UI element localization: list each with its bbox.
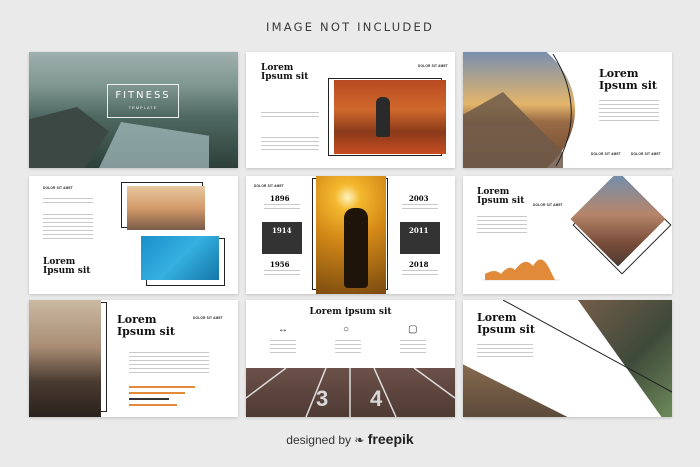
year-2003: 2003 bbox=[409, 194, 429, 203]
year-1956: 1956 bbox=[270, 260, 290, 269]
cover-subtitle: TEMPLATE bbox=[128, 105, 158, 110]
slide4-title: Lorem Ipsum sit bbox=[43, 257, 91, 277]
feature-text-1 bbox=[270, 340, 296, 354]
slide-climbing[interactable]: Lorem Ipsum sit DOLOR SIT AMET DOLOR SIT… bbox=[463, 52, 672, 168]
slide-intro[interactable]: Lorem Ipsum sit DOLOR SIT AMET bbox=[246, 52, 455, 168]
year-text-1 bbox=[264, 204, 300, 210]
autumn-runner-photo bbox=[334, 80, 446, 154]
slide4-tag: DOLOR SIT AMET bbox=[43, 186, 73, 190]
sunset-group-photo bbox=[127, 186, 205, 230]
feature-text-2 bbox=[335, 340, 361, 354]
progress-bar-1 bbox=[129, 386, 195, 388]
slide6-tag: DOLOR SIT AMET bbox=[533, 203, 563, 207]
year-2011: 2011 bbox=[409, 226, 429, 235]
footer-credit: designed by ❧ freepik bbox=[0, 431, 700, 447]
title-line-2: Ipsum sit bbox=[599, 78, 657, 92]
year-1914: 1914 bbox=[272, 226, 292, 235]
runner-silhouette bbox=[376, 97, 390, 137]
title-line-2: Ipsum sit bbox=[43, 266, 91, 277]
feature-text-3 bbox=[400, 340, 426, 354]
body-text bbox=[261, 112, 319, 120]
slide3-tag-right: DOLOR SIT AMET bbox=[631, 152, 661, 156]
outdoor-gym-photo bbox=[570, 176, 666, 267]
title-line-1: Lorem bbox=[117, 313, 157, 326]
body-text bbox=[477, 216, 527, 236]
page-banner: IMAGE NOT INCLUDED bbox=[266, 20, 434, 34]
dumbbell-icon: ↔ bbox=[278, 324, 288, 335]
slide-cover[interactable]: FITNESS TEMPLATE bbox=[29, 52, 238, 168]
title-line-2: Ipsum sit bbox=[117, 324, 175, 338]
body-text bbox=[477, 344, 533, 358]
slide6-title: Lorem Ipsum sit bbox=[477, 187, 525, 207]
year-1896: 1896 bbox=[270, 194, 290, 203]
year-2018: 2018 bbox=[409, 260, 429, 269]
slide2-title: Lorem Ipsum sit bbox=[261, 63, 309, 83]
slide-timeline[interactable]: DOLOR SIT AMET 1896 1914 1956 2003 2011 … bbox=[246, 176, 455, 294]
title-line-1: Lorem bbox=[477, 311, 517, 324]
track-lines bbox=[246, 368, 455, 417]
slide9-title: Lorem Ipsum sit bbox=[477, 312, 535, 335]
title-line-2: Ipsum sit bbox=[477, 322, 535, 336]
freepik-logo-icon: ❧ bbox=[354, 433, 365, 447]
footer-brand: freepik bbox=[367, 431, 414, 447]
progress-bar-4 bbox=[129, 404, 177, 406]
slide7-tag: DOLOR SIT AMET bbox=[193, 316, 223, 320]
footer-prefix: designed by bbox=[286, 433, 352, 447]
bullet-list bbox=[43, 214, 93, 242]
body-text bbox=[129, 352, 209, 376]
title-line-1: Lorem bbox=[599, 67, 639, 80]
palm-gym-photo bbox=[29, 300, 101, 417]
slide-features[interactable]: Lorem ipsum sit ↔ ○ ▢ 3 4 bbox=[246, 300, 455, 417]
area-chart bbox=[483, 259, 559, 281]
slide-closing[interactable]: Lorem Ipsum sit bbox=[463, 300, 672, 417]
runner-silhouette bbox=[344, 208, 368, 288]
cover-title: FITNESS bbox=[115, 90, 171, 101]
swimmer-photo bbox=[141, 236, 219, 280]
slide8-title: Lorem ipsum sit bbox=[309, 307, 392, 317]
slide2-tag: DOLOR SIT AMET bbox=[418, 64, 448, 68]
lane-number-3: 3 bbox=[316, 386, 329, 411]
progress-bar-2 bbox=[129, 392, 185, 394]
slide-progress[interactable]: Lorem Ipsum sit DOLOR SIT AMET bbox=[29, 300, 238, 417]
scale-icon: ▢ bbox=[408, 324, 418, 335]
title-line-2: Ipsum sit bbox=[477, 196, 525, 207]
slide7-title: Lorem Ipsum sit bbox=[117, 314, 175, 337]
slide5-tag: DOLOR SIT AMET bbox=[254, 184, 284, 188]
lane-number-4: 4 bbox=[370, 386, 383, 411]
body-text bbox=[43, 198, 93, 206]
year-text-3 bbox=[264, 270, 300, 276]
slide3-tag-left: DOLOR SIT AMET bbox=[591, 152, 621, 156]
year-text-4 bbox=[402, 204, 438, 210]
arc-line bbox=[552, 53, 572, 167]
slide-activities[interactable]: DOLOR SIT AMET Lorem Ipsum sit bbox=[29, 176, 238, 294]
title-line-2: Ipsum sit bbox=[261, 72, 309, 83]
body-text bbox=[599, 100, 659, 124]
apple-icon: ○ bbox=[343, 324, 350, 335]
slide-chart[interactable]: Lorem Ipsum sit DOLOR SIT AMET bbox=[463, 176, 672, 294]
bullet-list bbox=[261, 137, 319, 153]
slide3-title: Lorem Ipsum sit bbox=[599, 68, 657, 91]
year-text-6 bbox=[402, 270, 438, 276]
progress-bar-3 bbox=[129, 398, 169, 400]
